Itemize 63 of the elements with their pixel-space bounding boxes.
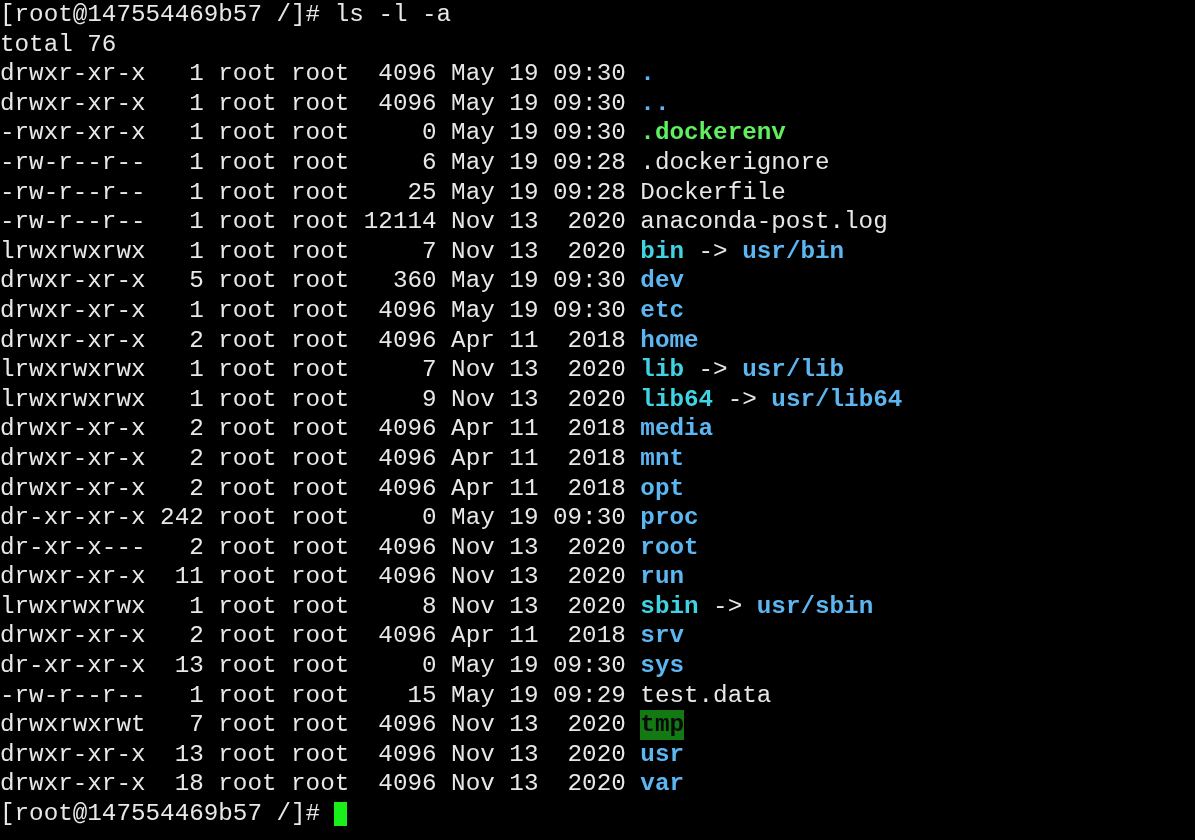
file-name: etc <box>640 295 684 326</box>
file-details: dr-xr-xr-x 13 root root 0 May 19 09:30 <box>0 651 626 681</box>
file-details: -rw-r--r-- 1 root root 15 May 19 09:29 <box>0 680 626 711</box>
file-name: .. <box>640 88 670 119</box>
link-target: usr/bin <box>742 236 845 267</box>
link-target: usr/lib64 <box>771 384 903 415</box>
file-name: test.data <box>640 680 772 711</box>
file-details: lrwxrwxrwx 1 root root 7 Nov 13 2020 <box>0 355 626 385</box>
file-name: proc <box>640 503 699 533</box>
file-name: lib64 <box>640 384 714 415</box>
command-text: ls -l -a <box>334 0 452 30</box>
file-name: srv <box>640 621 684 652</box>
file-details: drwxr-xr-x 1 root root 4096 May 19 09:30 <box>0 88 626 119</box>
link-arrow: -> <box>713 591 743 622</box>
file-details: -rw-r--r-- 1 root root 25 May 19 09:28 <box>0 177 626 208</box>
file-details: dr-xr-xr-x 242 root root 0 May 19 09:30 <box>0 503 626 533</box>
file-details: drwxr-xr-x 2 root root 4096 Apr 11 2018 <box>0 621 626 652</box>
file-details: dr-xr-x--- 2 root root 4096 Nov 13 2020 <box>0 532 626 563</box>
file-details: -rwxr-xr-x 1 root root 0 May 19 09:30 <box>0 118 626 148</box>
file-details: drwxr-xr-x 2 root root 4096 Apr 11 2018 <box>0 414 626 444</box>
file-details: drwxr-xr-x 11 root root 4096 Nov 13 2020 <box>0 562 626 592</box>
file-details: drwxr-xr-x 2 root root 4096 Apr 11 2018 <box>0 325 626 356</box>
link-arrow: -> <box>698 236 728 267</box>
file-details: drwxrwxrwt 7 root root 4096 Nov 13 2020 <box>0 710 626 740</box>
file-details: lrwxrwxrwx 1 root root 9 Nov 13 2020 <box>0 384 626 415</box>
file-details: lrwxrwxrwx 1 root root 7 Nov 13 2020 <box>0 236 626 267</box>
file-name: anaconda-post.log <box>640 207 888 237</box>
file-name: var <box>640 769 684 800</box>
file-details: drwxr-xr-x 1 root root 4096 May 19 09:30 <box>0 59 626 89</box>
file-details: drwxr-xr-x 13 root root 4096 Nov 13 2020 <box>0 739 626 770</box>
file-name: root <box>640 532 699 563</box>
file-name: sbin <box>640 591 699 622</box>
shell-prompt: [root@147554469b57 /]# <box>0 0 321 30</box>
file-details: drwxr-xr-x 1 root root 4096 May 19 09:30 <box>0 295 626 326</box>
file-details: lrwxrwxrwx 1 root root 8 Nov 13 2020 <box>0 591 626 622</box>
link-target: usr/sbin <box>756 591 874 622</box>
file-details: drwxr-xr-x 18 root root 4096 Nov 13 2020 <box>0 769 626 800</box>
file-name: . <box>640 59 655 89</box>
file-details: drwxr-xr-x 5 root root 360 May 19 09:30 <box>0 266 626 296</box>
file-name: .dockerignore <box>640 147 830 178</box>
file-name: lib <box>640 355 684 385</box>
link-arrow: -> <box>727 384 757 415</box>
file-details: -rw-r--r-- 1 root root 6 May 19 09:28 <box>0 147 626 178</box>
file-name: Dockerfile <box>640 177 786 208</box>
file-details: -rw-r--r-- 1 root root 12114 Nov 13 2020 <box>0 207 626 237</box>
file-name: sys <box>640 651 684 681</box>
file-name: bin <box>640 236 684 267</box>
file-name: media <box>640 414 714 444</box>
file-details: drwxr-xr-x 2 root root 4096 Apr 11 2018 <box>0 473 626 504</box>
file-name: tmp <box>640 710 684 740</box>
file-name: .dockerenv <box>640 118 786 148</box>
file-name: run <box>640 562 684 592</box>
text-cursor <box>334 801 348 826</box>
file-name: home <box>640 325 699 356</box>
link-target: usr/lib <box>742 355 845 385</box>
file-name: dev <box>640 266 684 296</box>
file-name: usr <box>640 739 684 770</box>
file-name: opt <box>640 473 684 504</box>
link-arrow: -> <box>698 355 728 385</box>
shell-prompt: [root@147554469b57 /]# <box>0 799 321 829</box>
file-details: drwxr-xr-x 2 root root 4096 Apr 11 2018 <box>0 443 626 474</box>
total-line: total 76 <box>0 29 117 60</box>
file-name: mnt <box>640 443 684 474</box>
